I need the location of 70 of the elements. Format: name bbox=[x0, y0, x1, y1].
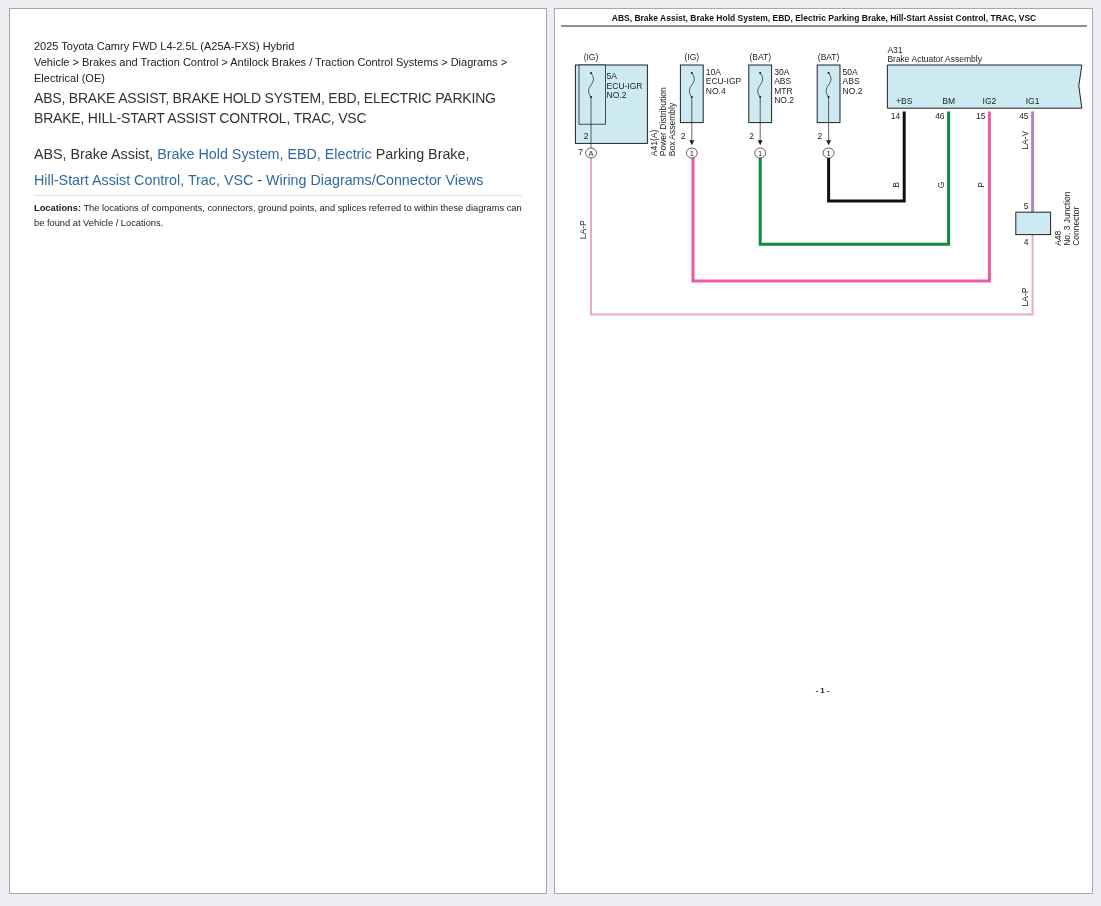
connector-symbol bbox=[685, 147, 698, 159]
page-title: ABS, Brake Assist, Brake Hold System, EBD, Electric Parking Brake, Hill-Start Assist Control, Trac, VSC - Wiring Diagrams/Connector Views bbox=[34, 141, 522, 196]
fuse-rating: NO.4 bbox=[705, 85, 726, 96]
link[interactable]: Wiring Diagrams/Connector Views bbox=[266, 172, 484, 188]
wire-label: B bbox=[891, 182, 902, 188]
fuse-rating: 10A bbox=[705, 66, 721, 77]
wire-label: LA-V bbox=[1019, 130, 1030, 150]
fuse-icon bbox=[688, 71, 695, 123]
fuse-rating: NO.2 bbox=[774, 95, 795, 106]
pin-number: 5 bbox=[1023, 201, 1029, 212]
link[interactable]: Brake Hold System, EBD, Electric bbox=[157, 146, 372, 162]
pin-number: 2 bbox=[749, 130, 754, 141]
fuse-icon bbox=[757, 71, 764, 123]
terminal-name: +BS bbox=[896, 96, 913, 107]
wire-label: LA-P bbox=[1019, 287, 1030, 307]
fuse-icon bbox=[825, 71, 832, 123]
link[interactable]: Control, Trac, VSC bbox=[134, 172, 254, 188]
connector-symbol bbox=[822, 147, 835, 159]
pin-number: 7 bbox=[578, 146, 583, 157]
component-label: Connector bbox=[1070, 206, 1081, 246]
fuse-rating: NO.2 bbox=[606, 90, 627, 101]
fuse-rating: 5A bbox=[606, 71, 617, 82]
component-label: A41(A) bbox=[649, 129, 660, 157]
fuse-rating: ABS bbox=[842, 76, 860, 87]
component-label: No. 3 Junction bbox=[1061, 191, 1072, 246]
fuse-rating: NO.2 bbox=[842, 85, 863, 96]
component-label: A48 bbox=[1052, 230, 1063, 246]
wire-label: LA-P bbox=[578, 220, 588, 240]
fuse-rating: 30A bbox=[774, 66, 790, 77]
arrow-icon bbox=[757, 122, 763, 146]
component-label: Box Assembly bbox=[667, 102, 678, 157]
pin-number: 4 bbox=[1023, 236, 1029, 247]
diagram-title: ABS, Brake Assist, Brake Hold System, EBD, Electric Parking Brake, Hill-Start Assist Control, TRAC, VSC bbox=[611, 13, 1037, 23]
terminal-name: IG2 bbox=[982, 96, 997, 107]
fuse-box bbox=[748, 64, 773, 124]
pin-number: 15 bbox=[975, 111, 986, 122]
fuse-rating: MTR bbox=[774, 85, 793, 96]
wire-label: P bbox=[976, 182, 987, 188]
arrow-icon bbox=[689, 122, 695, 146]
pin-number: 45 bbox=[1019, 111, 1029, 122]
terminal-name: BM bbox=[942, 96, 955, 107]
arrow-icon bbox=[826, 122, 832, 146]
component-code: A31 bbox=[887, 45, 903, 55]
supply-label: (BAT) bbox=[817, 52, 840, 63]
pin-number: 2 bbox=[680, 130, 686, 141]
pin-number: 46 bbox=[935, 111, 945, 122]
breadcrumb: Vehicle > Brakes and Traction Control > Antilock Brakes / Traction Control Systems > Diagrams > Electrical (OE) bbox=[34, 55, 509, 86]
wire-label: G bbox=[935, 181, 946, 189]
pin-number: 14 bbox=[890, 111, 901, 122]
pin-number: 2 bbox=[583, 130, 589, 141]
junction-connector bbox=[1015, 211, 1052, 236]
fuse-rating: ECU-IGR bbox=[606, 80, 643, 91]
connector-symbol bbox=[754, 147, 767, 159]
vehicle-title: 2025 Toyota Camry FWD L4-2.5L (A25A-FXS) Hybrid bbox=[34, 39, 296, 54]
section-heading: ABS, BRAKE ASSIST, BRAKE HOLD SYSTEM, EBD, ELECTRIC PARKING BRAKE, HILL-START ASSIST CONTROL, TRAC, VSC bbox=[34, 89, 497, 128]
link[interactable]: Hill-Start Assist bbox=[34, 172, 131, 188]
supply-label: (IG) bbox=[684, 52, 700, 63]
locations-note: Locations: The locations of components, connectors, ground points, and splices referred to within these diagrams can be found at Vehicle / Locations. bbox=[34, 202, 522, 230]
pin-number: 2 bbox=[817, 130, 823, 141]
supply-label: (BAT) bbox=[749, 52, 771, 63]
fuse-box bbox=[816, 64, 841, 124]
fuse-rating: ECU-IGP bbox=[705, 76, 742, 87]
fuse-box bbox=[679, 64, 704, 124]
fuse-rating: ABS bbox=[774, 76, 792, 87]
component-label: Brake Actuator Assembly bbox=[887, 54, 982, 64]
supply-label: (IG) bbox=[583, 52, 599, 63]
fuse-rating: 50A bbox=[842, 66, 858, 77]
page-number: - 1 - bbox=[815, 686, 830, 695]
terminal-name: IG1 bbox=[1025, 96, 1040, 107]
component-label: Power Distribution bbox=[658, 87, 669, 157]
